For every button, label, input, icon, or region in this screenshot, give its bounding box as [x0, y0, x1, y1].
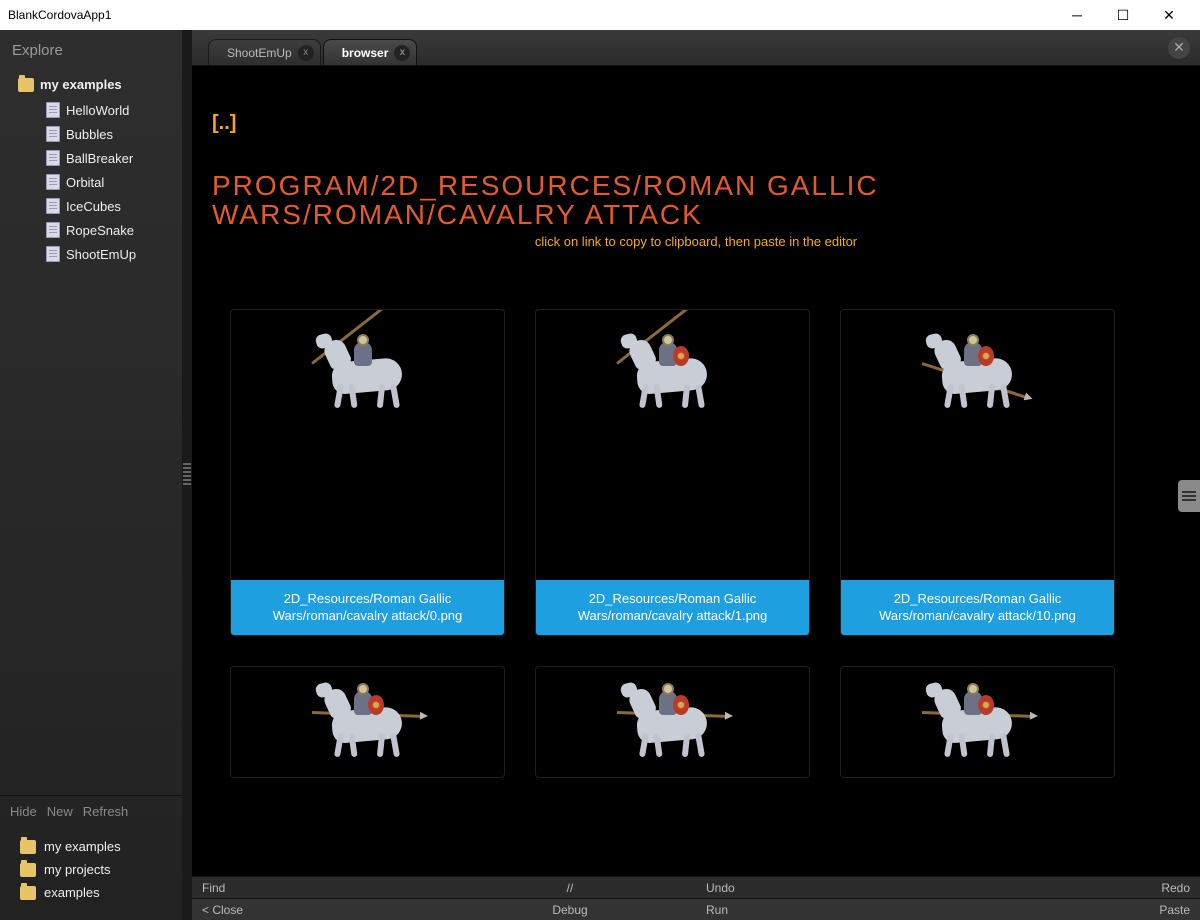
- tree-root-my-examples[interactable]: my examples: [0, 71, 182, 98]
- cavalry-sprite-icon: [918, 673, 1038, 763]
- tree-item-label: RopeSnake: [66, 223, 134, 238]
- tab[interactable]: ShootEmUp x: [208, 39, 321, 65]
- main: Explore my examples HelloWorld Bubbles Bal…: [0, 30, 1200, 920]
- tabbar: ShootEmUp x browser x ✕: [192, 30, 1200, 66]
- file-icon: [46, 246, 60, 262]
- action-hide[interactable]: Hide: [10, 804, 37, 819]
- action-refresh[interactable]: Refresh: [83, 804, 129, 819]
- resource-label[interactable]: 2D_Resources/Roman Gallic Wars/roman/cav…: [231, 580, 504, 635]
- minimize-button[interactable]: ─: [1054, 0, 1100, 30]
- resource-browser[interactable]: [..] PROGRAM/2D_RESOURCES/ROMAN GALLIC W…: [192, 66, 1200, 876]
- sprite-preview: [841, 310, 1114, 580]
- file-icon: [46, 222, 60, 238]
- resource-card[interactable]: [840, 666, 1115, 778]
- sidebar-folder[interactable]: examples: [0, 881, 182, 904]
- tree-item[interactable]: ShootEmUp: [0, 242, 182, 266]
- cavalry-sprite-icon: [613, 673, 733, 763]
- close-all-tabs-button[interactable]: ✕: [1168, 37, 1190, 59]
- parent-folder-link[interactable]: [..]: [212, 106, 236, 141]
- tree-item-label: Orbital: [66, 175, 104, 190]
- sidebar-folder-label: my projects: [44, 862, 110, 877]
- window-title: BlankCordovaApp1: [8, 8, 1054, 22]
- sprite-preview: [231, 310, 504, 580]
- footer-find[interactable]: Find: [192, 877, 444, 898]
- resource-grid: 2D_Resources/Roman Gallic Wars/roman/cav…: [212, 289, 1180, 798]
- maximize-button[interactable]: ☐: [1100, 0, 1146, 30]
- footer-run[interactable]: Run: [696, 899, 948, 920]
- footer-redo[interactable]: Redo: [948, 877, 1200, 898]
- tree-item[interactable]: HelloWorld: [0, 98, 182, 122]
- tree-item-label: HelloWorld: [66, 103, 129, 118]
- tab-close-button[interactable]: x: [394, 45, 410, 61]
- resource-label[interactable]: 2D_Resources/Roman Gallic Wars/roman/cav…: [841, 580, 1114, 635]
- action-new[interactable]: New: [47, 804, 73, 819]
- sprite-preview: [536, 310, 809, 580]
- folder-icon: [20, 840, 36, 854]
- window-controls: ─ ☐ ✕: [1054, 0, 1192, 30]
- tab[interactable]: browser x: [323, 39, 418, 65]
- sprite-preview: [231, 667, 504, 777]
- sidebar-title: Explore: [0, 30, 182, 67]
- project-tree: my examples HelloWorld Bubbles BallBreaker…: [0, 67, 182, 795]
- sidebar-folder-label: examples: [44, 885, 100, 900]
- tree-item-label: IceCubes: [66, 199, 121, 214]
- footer-row-1: Find // Undo Redo: [192, 876, 1200, 898]
- tree-item-label: Bubbles: [66, 127, 113, 142]
- close-window-button[interactable]: ✕: [1146, 0, 1192, 30]
- sidebar-folder[interactable]: my examples: [0, 835, 182, 858]
- footer-comment[interactable]: //: [444, 877, 696, 898]
- resource-card[interactable]: 2D_Resources/Roman Gallic Wars/roman/cav…: [535, 309, 810, 636]
- sidebar: Explore my examples HelloWorld Bubbles Bal…: [0, 30, 182, 920]
- tree-item[interactable]: IceCubes: [0, 194, 182, 218]
- breadcrumb-path[interactable]: PROGRAM/2D_RESOURCES/ROMAN GALLIC WARS/R…: [212, 171, 1180, 230]
- sprite-preview: [841, 667, 1114, 777]
- file-icon: [46, 102, 60, 118]
- cavalry-sprite-icon: [918, 324, 1038, 414]
- resource-card[interactable]: 2D_Resources/Roman Gallic Wars/roman/cav…: [230, 309, 505, 636]
- folder-icon: [20, 863, 36, 877]
- footer-paste[interactable]: Paste: [948, 899, 1200, 920]
- resource-card[interactable]: [535, 666, 810, 778]
- content: ShootEmUp x browser x ✕ [..] PROGRAM/2D_RES…: [192, 30, 1200, 920]
- tab-label: ShootEmUp: [227, 46, 292, 60]
- sidebar-actions: Hide New Refresh: [0, 795, 182, 827]
- footer-close[interactable]: < Close: [192, 899, 444, 920]
- resource-card[interactable]: [230, 666, 505, 778]
- grip-icon: [183, 463, 191, 487]
- tree-root-label: my examples: [40, 77, 122, 92]
- file-icon: [46, 126, 60, 142]
- file-icon: [46, 198, 60, 214]
- tree-item[interactable]: RopeSnake: [0, 218, 182, 242]
- sprite-preview: [536, 667, 809, 777]
- tree-item-label: BallBreaker: [66, 151, 133, 166]
- footer-debug[interactable]: Debug: [444, 899, 696, 920]
- sidebar-folder[interactable]: my projects: [0, 858, 182, 881]
- footer-row-2: < Close Debug Run Paste: [192, 898, 1200, 920]
- tree-item[interactable]: Bubbles: [0, 122, 182, 146]
- folder-icon: [20, 886, 36, 900]
- pane-divider[interactable]: [182, 30, 192, 920]
- hint-text: click on link to copy to clipboard, then…: [212, 234, 1180, 249]
- resource-card[interactable]: 2D_Resources/Roman Gallic Wars/roman/cav…: [840, 309, 1115, 636]
- tab-label: browser: [342, 46, 389, 60]
- cavalry-sprite-icon: [613, 324, 733, 414]
- folder-icon: [18, 78, 34, 92]
- tree-item-label: ShootEmUp: [66, 247, 136, 262]
- menu-icon: [1182, 495, 1196, 497]
- right-drawer-toggle[interactable]: [1178, 480, 1200, 512]
- tab-close-button[interactable]: x: [298, 45, 314, 61]
- titlebar: BlankCordovaApp1 ─ ☐ ✕: [0, 0, 1200, 30]
- sidebar-folder-label: my examples: [44, 839, 121, 854]
- resource-label[interactable]: 2D_Resources/Roman Gallic Wars/roman/cav…: [536, 580, 809, 635]
- cavalry-sprite-icon: [308, 324, 428, 414]
- tree-item[interactable]: Orbital: [0, 170, 182, 194]
- file-icon: [46, 150, 60, 166]
- cavalry-sprite-icon: [308, 673, 428, 763]
- sidebar-folders: my examples my projects examples: [0, 827, 182, 920]
- tree-item[interactable]: BallBreaker: [0, 146, 182, 170]
- file-icon: [46, 174, 60, 190]
- footer-undo[interactable]: Undo: [696, 877, 948, 898]
